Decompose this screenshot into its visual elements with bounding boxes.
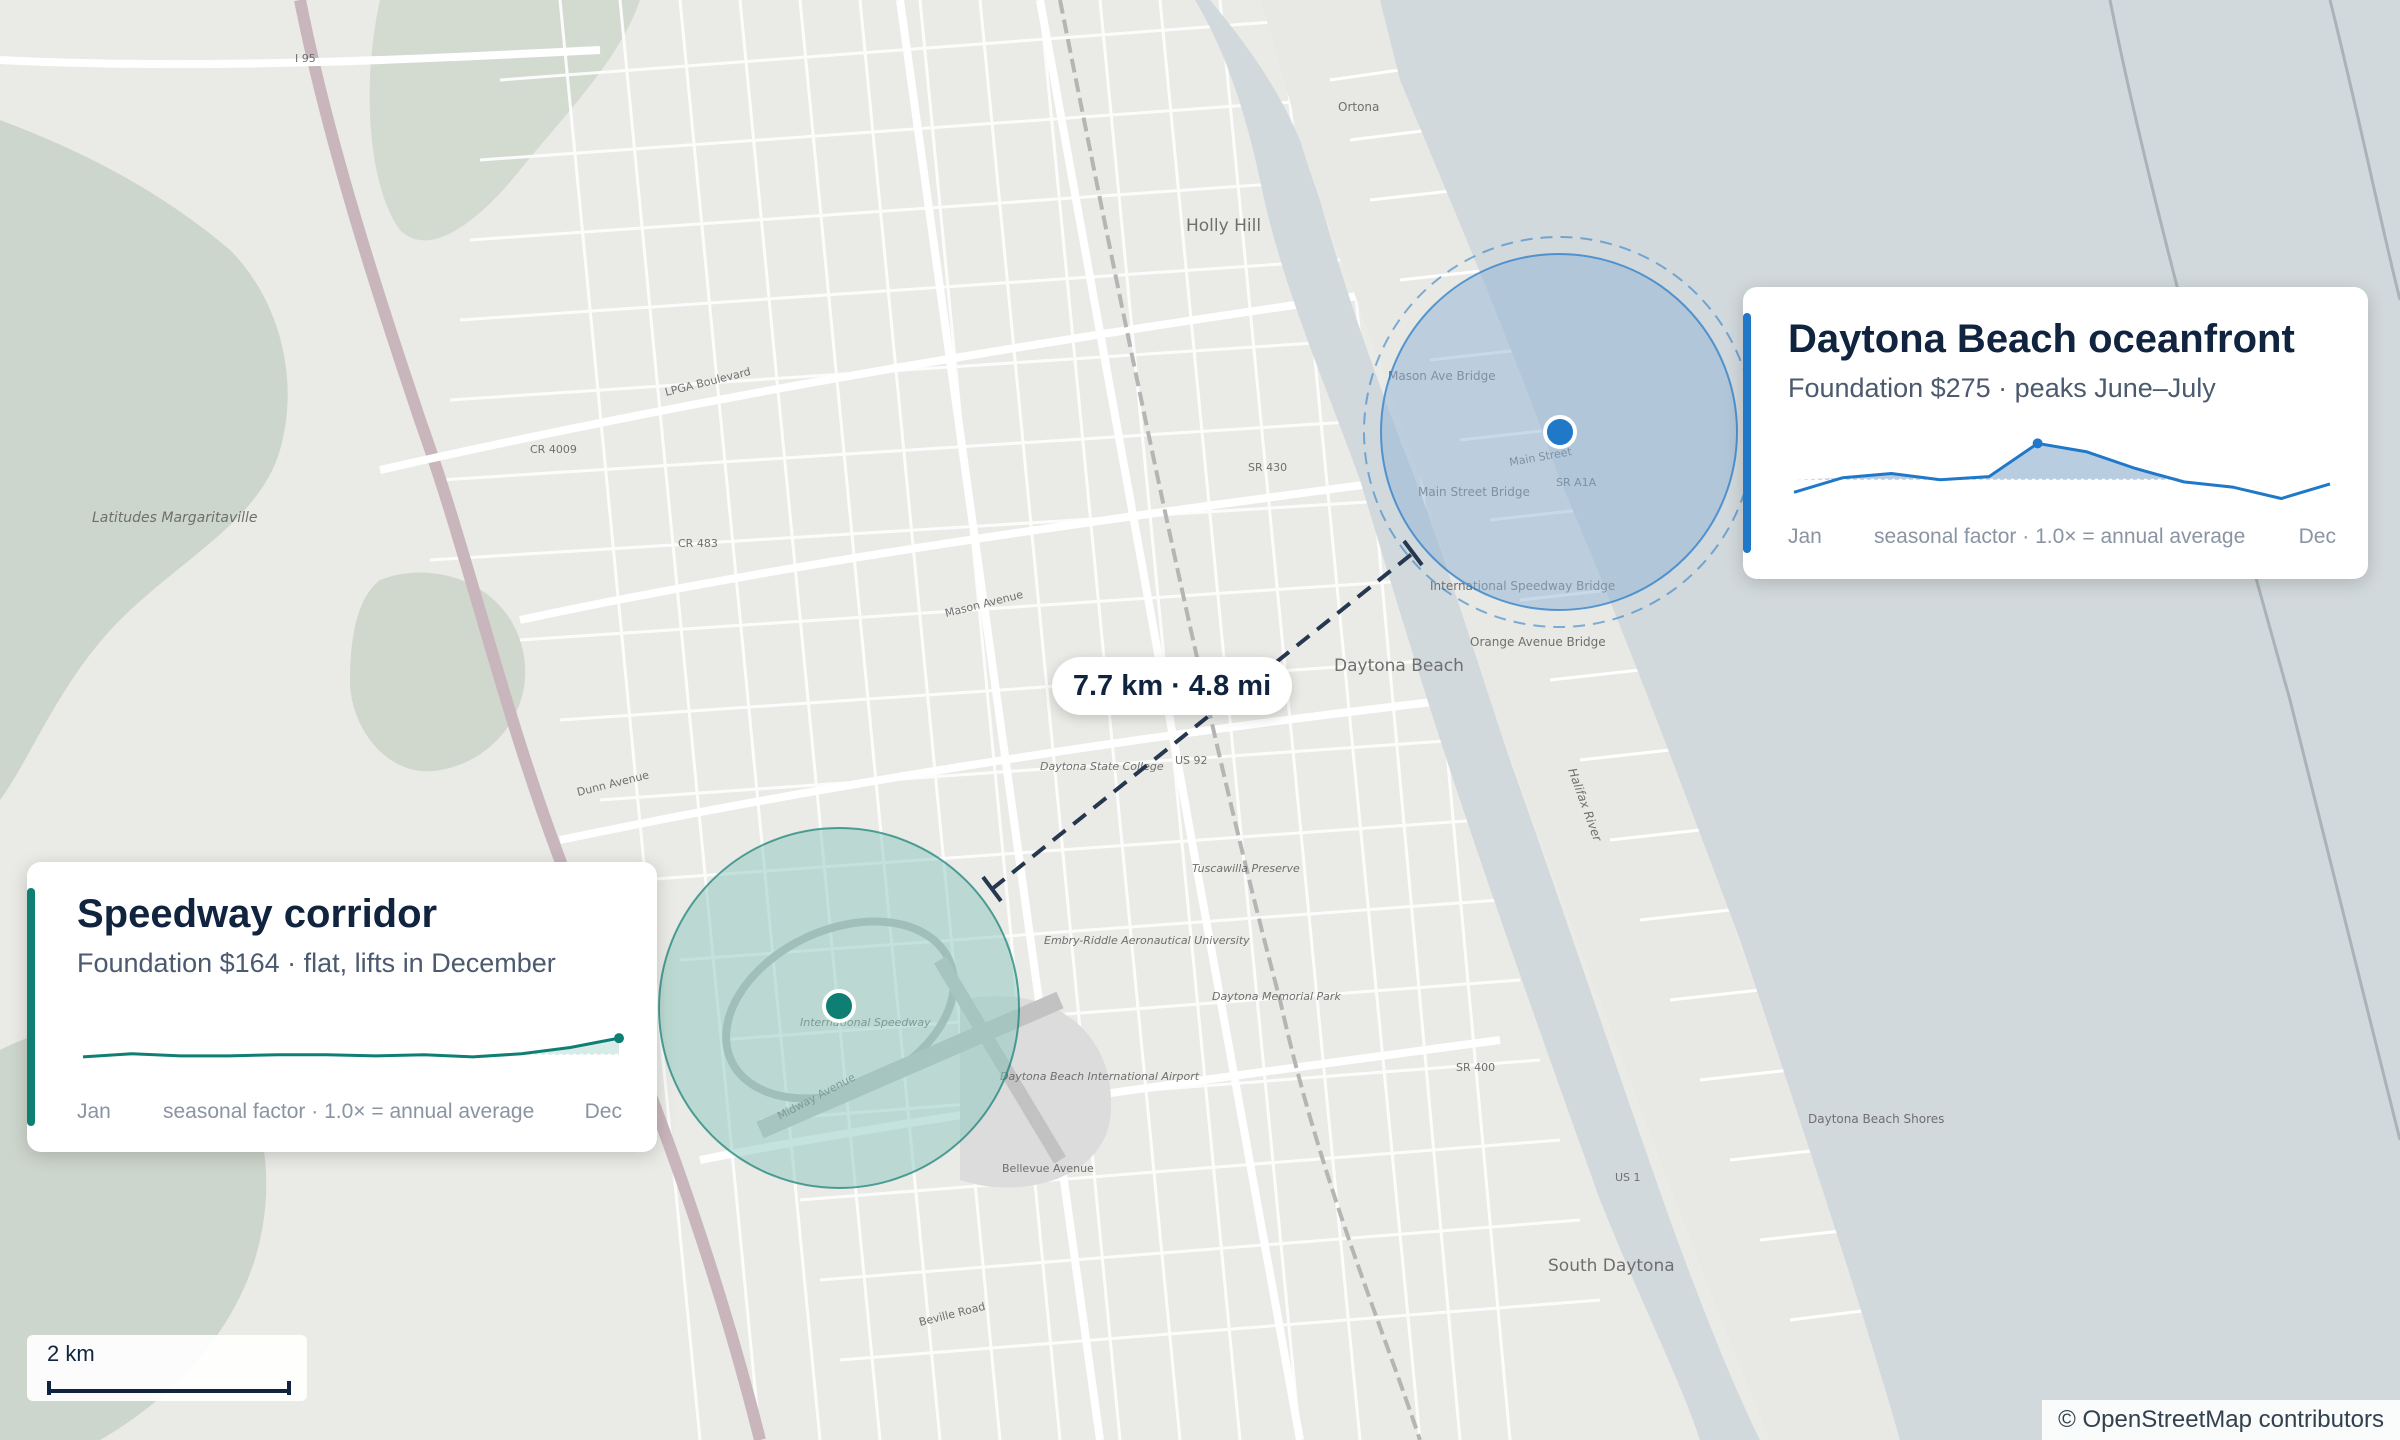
speedway-pin[interactable] [822, 989, 856, 1023]
card-accent-bar [1743, 313, 1751, 553]
card-subtitle: Foundation $164 · flat, lifts in Decembe… [77, 948, 556, 978]
axis-start-label: Jan [77, 1100, 111, 1123]
card-title: Speedway corridor [77, 892, 438, 936]
card-title: Daytona Beach oceanfront [1788, 317, 2295, 361]
place-label-memorial-park: Daytona Memorial Park [1212, 990, 1341, 1003]
axis-start-label: Jan [1788, 525, 1822, 548]
map-canvas[interactable]: Holly Hill Daytona Beach South Daytona L… [0, 0, 2400, 1440]
distance-label: 7.7 km · 4.8 mi [1052, 657, 1292, 715]
axis-end-label: Dec [584, 1100, 622, 1123]
sparkline-caption: seasonal factor · 1.0× = annual average [1874, 525, 2246, 548]
place-label-latitudes: Latitudes Margaritaville [92, 510, 258, 526]
oceanfront-pin[interactable] [1543, 415, 1577, 449]
road-label-sr430: SR 430 [1248, 461, 1287, 474]
sparkline-point-jun [2032, 438, 2043, 449]
scale-bar: 2 km [27, 1335, 307, 1401]
road-label-sr400: SR 400 [1456, 1061, 1495, 1074]
sparkline-oceanfront [1793, 438, 2331, 501]
road-label-orange-bridge: Orange Avenue Bridge [1470, 635, 1606, 649]
card-subtitle: Foundation $275 · peaks June–July [1788, 373, 2216, 403]
place-label-tuscawilla: Tuscawilla Preserve [1192, 862, 1300, 875]
card-accent-bar [27, 888, 35, 1126]
card-oceanfront[interactable]: Daytona Beach oceanfront Foundation $275… [1743, 287, 2368, 579]
scale-line [47, 1381, 291, 1395]
place-label-erau: Embry-Riddle Aeronautical University [1044, 934, 1250, 947]
place-label-holly-hill: Holly Hill [1186, 216, 1261, 236]
scale-label: 2 km [47, 1341, 95, 1366]
road-label-cr483: CR 483 [678, 537, 718, 550]
place-label-south-daytona: South Daytona [1548, 1256, 1675, 1276]
road-label-bellevue: Bellevue Avenue [1002, 1162, 1094, 1175]
road-label-cr4009: CR 4009 [530, 443, 577, 456]
road-label-us92: US 92 [1175, 754, 1208, 767]
sparkline-point-dec [614, 1033, 624, 1044]
sparkline-caption: seasonal factor · 1.0× = annual average [163, 1100, 535, 1123]
place-label-daytona-beach: Daytona Beach [1334, 656, 1464, 676]
place-label-ortona: Ortona [1338, 100, 1379, 114]
attribution[interactable]: © OpenStreetMap contributors [2042, 1400, 2400, 1440]
road-label-i95: I 95 [295, 52, 316, 65]
place-label-airport: Daytona Beach International Airport [1000, 1070, 1200, 1083]
card-speedway[interactable]: Speedway corridor Foundation $164 · flat… [27, 862, 657, 1152]
place-label-shores: Daytona Beach Shores [1808, 1112, 1944, 1126]
axis-end-label: Dec [2298, 525, 2336, 548]
road-label-us1: US 1 [1615, 1171, 1641, 1184]
sparkline-speedway [82, 1033, 624, 1059]
